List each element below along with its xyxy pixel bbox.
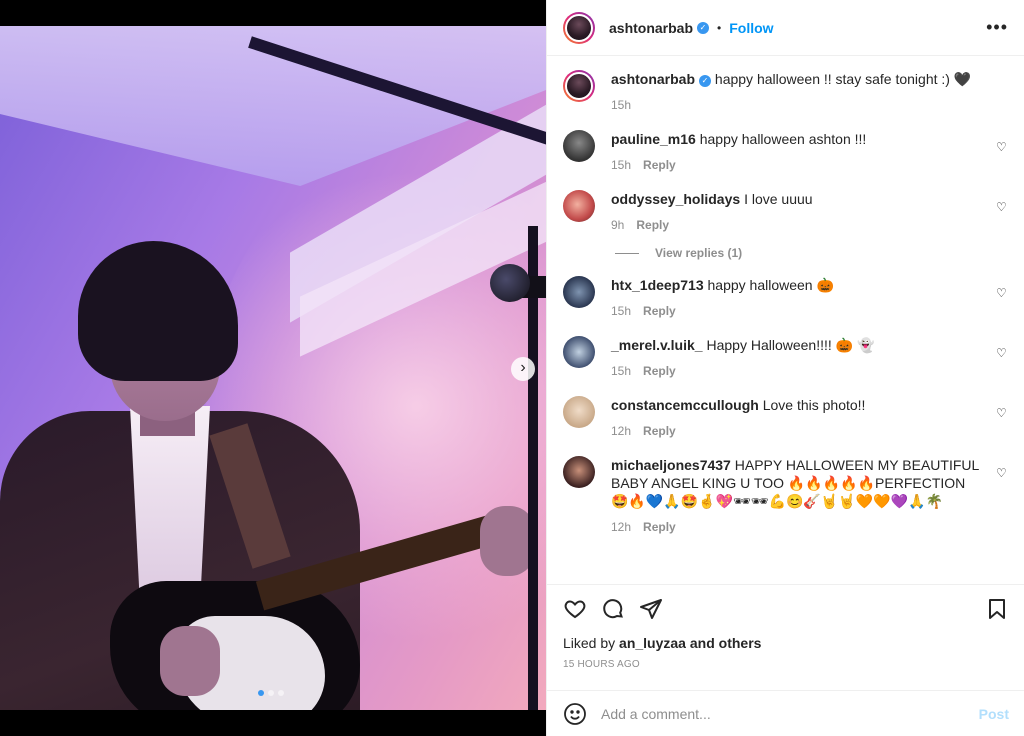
comment-text: Love this photo!! [762,397,866,413]
comment-item: oddyssey_holidays I love uuuu 9h Reply ♡ [563,190,1008,234]
author-avatar[interactable] [563,11,595,44]
comment-time: 15h [611,304,632,318]
emoji-icon[interactable] [563,702,587,726]
post-media: › [0,0,546,736]
carousel-indicator [258,690,284,696]
liked-user-link[interactable]: an_luyzaa [619,635,686,651]
more-options-icon[interactable]: ••• [986,17,1008,38]
caption-username[interactable]: ashtonarbab [611,71,695,87]
comment-icon[interactable] [601,597,625,621]
liked-prefix: Liked by [563,635,616,651]
commenter-avatar[interactable] [563,396,595,428]
comment-text: happy halloween ashton !!! [699,131,867,147]
reply-button[interactable]: Reply [643,362,676,380]
post-timestamp[interactable]: 15 HOURS AGO [563,659,1009,670]
post-caption: ashtonarbab ✓ happy halloween !! stay saf… [563,70,1008,114]
comment-item: michaeljones7437 HAPPY HALLOWEEN MY BEAU… [563,456,1008,536]
carousel-dot [258,690,264,696]
comment-username[interactable]: pauline_m16 [611,131,696,147]
heart-icon[interactable] [563,597,587,621]
comment-username[interactable]: michaeljones7437 [611,457,731,473]
like-comment-icon[interactable]: ♡ [996,140,1008,154]
reply-button[interactable]: Reply [636,216,669,234]
reply-button[interactable]: Reply [643,156,676,174]
comment-text: I love uuuu [744,191,813,207]
carousel-dot [268,690,274,696]
like-comment-icon[interactable]: ♡ [996,406,1008,420]
verified-badge-icon: ✓ [697,21,710,34]
comment-time: 12h [611,520,632,534]
comment-item: pauline_m16 happy halloween ashton !!! 1… [563,130,1008,174]
comment-item: htx_1deep713 happy halloween 🎃 15h Reply … [563,276,1008,320]
reply-button[interactable]: Reply [643,518,676,536]
reply-button[interactable]: Reply [643,302,676,320]
post-comment-button[interactable]: Post [979,706,1009,722]
commenter-avatar[interactable] [563,456,595,488]
share-icon[interactable] [639,597,663,621]
author-avatar[interactable] [563,70,595,102]
comment-username[interactable]: _merel.v.luik_ [611,337,703,353]
add-comment-bar: Post [547,690,1024,736]
comment-time: 15h [611,158,632,172]
comment-item: _merel.v.luik_ Happy Halloween!!!! 🎃 👻 1… [563,336,1008,380]
view-replies-button[interactable]: View replies (1) [615,246,1008,260]
comment-item: constancemccullough Love this photo!! 12… [563,396,1008,440]
view-replies-label: View replies (1) [655,246,743,260]
like-comment-icon[interactable]: ♡ [996,466,1008,480]
commenter-avatar[interactable] [563,336,595,368]
replies-divider [615,252,639,254]
post-sidebar: ashtonarbab ✓ • Follow ••• ashtonarbab ✓ … [546,0,1024,736]
follow-button[interactable]: Follow [729,20,773,36]
comment-text: Happy Halloween!!!! 🎃 👻 [706,337,875,353]
comment-text: happy halloween 🎃 [707,277,834,293]
post-modal: › ashtonarbab ✓ • Follow ••• ashtonarbab… [0,0,1024,736]
caption-time: 15h [611,98,632,112]
comment-username[interactable]: constancemccullough [611,397,759,413]
likes-summary: Liked by an_luyzaa and others [563,635,1009,651]
header-separator: • [717,20,722,35]
comment-input[interactable] [601,705,979,722]
caption-text: happy halloween !! stay safe tonight :) … [714,71,972,87]
commenter-avatar[interactable] [563,190,595,222]
comment-time: 9h [611,218,625,232]
post-header: ashtonarbab ✓ • Follow ••• [547,0,1024,56]
comment-time: 12h [611,424,632,438]
post-actions: Liked by an_luyzaa and others 15 HOURS A… [547,584,1024,670]
carousel-next-button[interactable]: › [511,357,535,381]
commenter-avatar[interactable] [563,130,595,162]
reply-button[interactable]: Reply [643,422,676,440]
carousel-dot [278,690,284,696]
comment-username[interactable]: oddyssey_holidays [611,191,740,207]
post-photo [0,26,546,710]
like-comment-icon[interactable]: ♡ [996,286,1008,300]
comment-username[interactable]: htx_1deep713 [611,277,704,293]
like-comment-icon[interactable]: ♡ [996,346,1008,360]
like-comment-icon[interactable]: ♡ [996,200,1008,214]
liked-suffix[interactable]: and others [690,635,762,651]
commenter-avatar[interactable] [563,276,595,308]
comments-list: ashtonarbab ✓ happy halloween !! stay saf… [547,56,1024,576]
comment-time: 15h [611,364,632,378]
author-username[interactable]: ashtonarbab [609,20,693,36]
bookmark-icon[interactable] [985,597,1009,621]
verified-badge-icon: ✓ [699,75,712,87]
